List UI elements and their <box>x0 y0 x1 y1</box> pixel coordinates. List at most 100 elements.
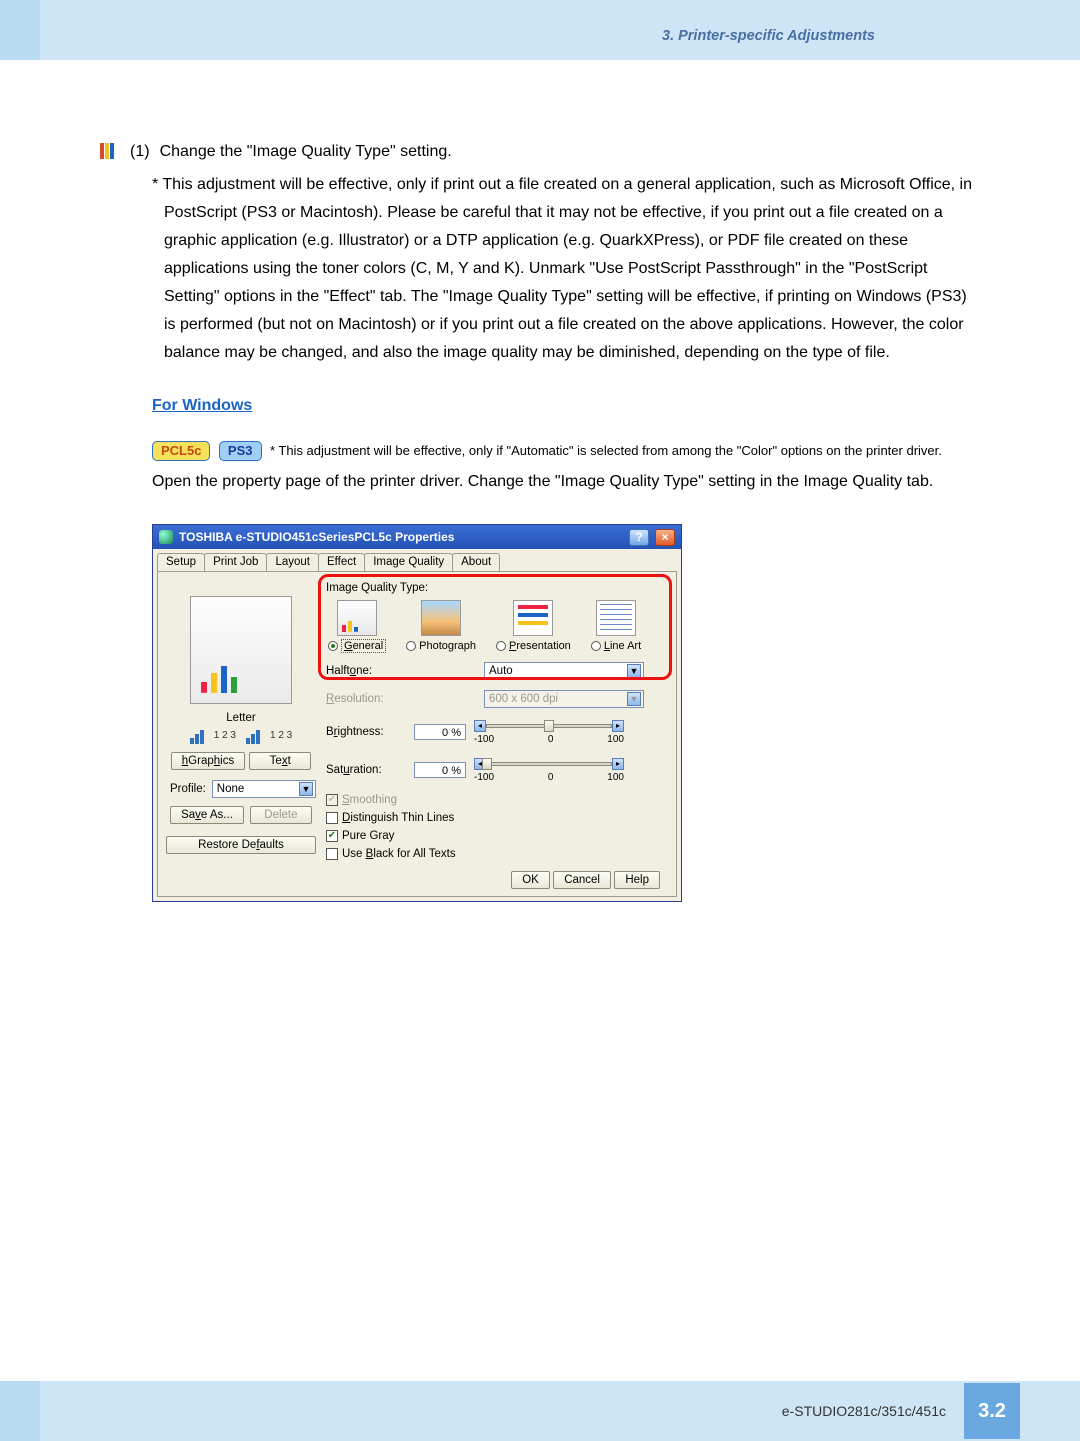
graphics-button[interactable]: hGraphicsGraphics <box>171 752 245 770</box>
tab-strip: Setup Print Job Layout Effect Image Qual… <box>153 549 681 571</box>
saturation-slider[interactable]: ◂ ▸ -100 0 100 <box>474 756 624 784</box>
page-header: 3. Printer-specific Adjustments <box>0 0 1080 60</box>
halftone-select[interactable]: Auto ▼ <box>484 662 644 680</box>
for-windows-heading: For Windows <box>152 397 980 415</box>
halftone-value: Auto <box>489 665 513 677</box>
presentation-thumb-icon <box>513 600 553 636</box>
tab-image-quality[interactable]: Image Quality <box>364 553 453 571</box>
resolution-label: Resolution: <box>326 693 406 705</box>
image-quality-type-label: Image Quality Type: <box>326 582 668 594</box>
page-content: (1) Change the "Image Quality Type" sett… <box>0 60 1080 902</box>
header-accent <box>0 0 40 60</box>
pure-gray-checkbox-row[interactable]: ✔Pure Gray <box>326 830 668 842</box>
profile-value: None <box>217 783 245 795</box>
help-button[interactable]: ? <box>629 529 649 546</box>
image-quality-options: General Photograph Presentation Line Art <box>326 600 668 652</box>
slider-max: 100 <box>607 772 624 783</box>
tab-print-job[interactable]: Print Job <box>204 553 267 571</box>
profile-label: Profile: <box>170 783 206 795</box>
section-title: 3. Printer-specific Adjustments <box>662 28 875 44</box>
thin-lines-checkbox-row[interactable]: Distinguish Thin Lines <box>326 812 668 824</box>
radio-general[interactable] <box>328 641 338 651</box>
model-label: e-STUDIO281c/351c/451c <box>782 1403 946 1419</box>
iq-option-photograph[interactable]: Photograph <box>406 600 476 652</box>
checkbox-icon: ✔ <box>326 794 338 806</box>
radio-photograph[interactable] <box>406 641 416 651</box>
left-column: Letter 1 2 3 1 2 3 hGraphicsGraphics Tex… <box>166 582 316 858</box>
slider-max: 100 <box>607 734 624 745</box>
step-row: (1) Change the "Image Quality Type" sett… <box>100 140 980 161</box>
open-property-text: Open the property page of the printer dr… <box>152 468 980 496</box>
chevron-down-icon[interactable]: ▼ <box>627 664 641 678</box>
lineart-thumb-icon <box>596 600 636 636</box>
page-footer: e-STUDIO281c/351c/451c 3.2 <box>0 1381 1080 1441</box>
iq-option-lineart[interactable]: Line Art <box>591 600 641 652</box>
chevron-down-icon: ▼ <box>627 692 641 706</box>
slider-thumb[interactable] <box>482 758 492 770</box>
resolution-select: 600 x 600 dpi ▼ <box>484 690 644 708</box>
checkbox-icon[interactable] <box>326 812 338 824</box>
smoothing-checkbox-row: ✔Smoothing <box>326 794 668 806</box>
tab-about[interactable]: About <box>452 553 500 571</box>
delete-button: Delete <box>250 806 312 824</box>
dialog-button-row: OK Cancel Help <box>166 862 668 886</box>
dialog-titlebar[interactable]: TOSHIBA e-STUDIO451cSeriesPCL5c Properti… <box>153 525 681 549</box>
brightness-value[interactable]: 0 % <box>414 724 466 740</box>
saturation-label: Saturation: <box>326 764 406 776</box>
iq-option-general[interactable]: General <box>328 600 386 652</box>
footer-accent <box>0 1381 40 1441</box>
slider-right-icon[interactable]: ▸ <box>612 758 624 770</box>
tab-layout[interactable]: Layout <box>266 553 319 571</box>
checkbox-icon[interactable] <box>326 848 338 860</box>
slider-right-icon[interactable]: ▸ <box>612 720 624 732</box>
halftone-label: Halftone: <box>326 665 406 677</box>
page-number: 3.2 <box>964 1383 1020 1439</box>
printer-icon <box>159 530 173 544</box>
chevron-down-icon[interactable]: ▼ <box>299 782 313 796</box>
slider-thumb[interactable] <box>544 720 554 732</box>
help-button[interactable]: Help <box>614 871 660 889</box>
badge-row: PCL5c PS3 * This adjustment will be effe… <box>152 437 980 464</box>
tab-effect[interactable]: Effect <box>318 553 365 571</box>
page-preview <box>190 596 292 704</box>
text-button[interactable]: Text <box>249 752 311 770</box>
sample-label-2: 1 2 3 <box>270 730 292 744</box>
profile-select[interactable]: None ▼ <box>212 780 316 798</box>
tricolor-icon <box>100 143 114 159</box>
radio-presentation[interactable] <box>496 641 506 651</box>
slider-left-icon[interactable]: ◂ <box>474 720 486 732</box>
right-column: Image Quality Type: General Photograph P… <box>326 582 668 860</box>
dialog-body: Letter 1 2 3 1 2 3 hGraphicsGraphics Tex… <box>157 571 677 897</box>
dialog-title: TOSHIBA e-STUDIO451cSeriesPCL5c Properti… <box>179 530 623 544</box>
slider-mid: 0 <box>548 734 554 745</box>
ok-button[interactable]: OK <box>511 871 550 889</box>
brightness-label: Brightness: <box>326 726 406 738</box>
saturation-value[interactable]: 0 % <box>414 762 466 778</box>
printer-properties-dialog: TOSHIBA e-STUDIO451cSeriesPCL5c Properti… <box>152 524 682 902</box>
slider-min: -100 <box>474 772 494 783</box>
step-note: * This adjustment will be effective, onl… <box>152 171 980 367</box>
brightness-slider[interactable]: ◂ ▸ -100 0 100 <box>474 718 624 746</box>
checkbox-icon[interactable]: ✔ <box>326 830 338 842</box>
pcl5c-badge: PCL5c <box>152 441 210 461</box>
photo-thumb-icon <box>421 600 461 636</box>
use-black-checkbox-row[interactable]: Use Black for All Texts <box>326 848 668 860</box>
ps3-badge: PS3 <box>219 441 262 461</box>
sample-thumbs: 1 2 3 1 2 3 <box>166 730 316 744</box>
save-as-button[interactable]: Save As... <box>170 806 244 824</box>
sample-label-1: 1 2 3 <box>214 730 236 744</box>
paper-size-label: Letter <box>166 712 316 724</box>
restore-defaults-button[interactable]: Restore Defaults <box>166 836 316 854</box>
cancel-button[interactable]: Cancel <box>553 871 611 889</box>
iq-option-presentation[interactable]: Presentation <box>496 600 571 652</box>
badge-note: * This adjustment will be effective, onl… <box>270 443 942 458</box>
step-number: (1) <box>130 143 150 161</box>
general-thumb-icon <box>337 600 377 636</box>
step-text: Change the "Image Quality Type" setting. <box>160 143 452 161</box>
slider-mid: 0 <box>548 772 554 783</box>
close-button[interactable]: × <box>655 529 675 546</box>
radio-lineart[interactable] <box>591 641 601 651</box>
resolution-value: 600 x 600 dpi <box>489 693 558 705</box>
slider-min: -100 <box>474 734 494 745</box>
tab-setup[interactable]: Setup <box>157 553 205 571</box>
